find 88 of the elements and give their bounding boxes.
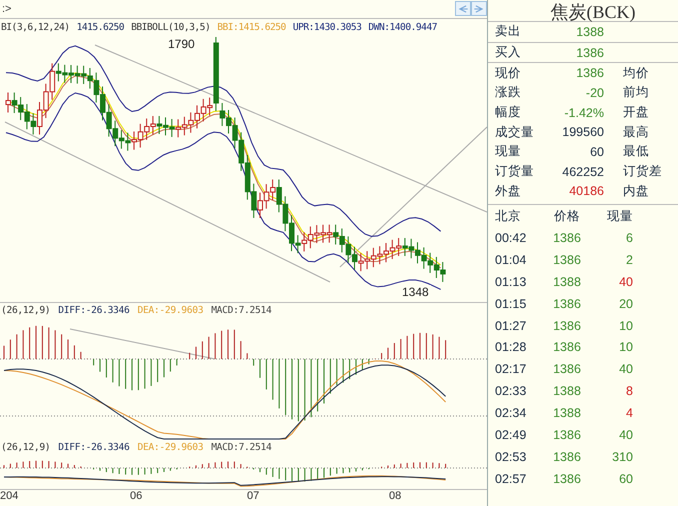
quote-value: -20 — [584, 86, 604, 100]
table-cell-text: 02:17 — [495, 362, 528, 376]
axis-label: 06 — [130, 490, 144, 504]
legend-text: DEA:-29.9603 — [137, 305, 204, 316]
low-price-label: 1348 — [400, 284, 431, 299]
quote-label: 最高 — [623, 124, 649, 141]
quote-label: 买入 — [495, 44, 522, 62]
quote-value: 40186 — [568, 184, 604, 198]
table-cell-text: 1386 — [552, 472, 582, 486]
table-cell-text: 40 — [618, 362, 633, 376]
legend-text: BBIBOLL(10,3,5) — [131, 22, 210, 34]
right-arrow-button[interactable] — [471, 1, 487, 16]
axis-label: 07 — [247, 490, 260, 504]
left-arrow-button[interactable] — [455, 1, 471, 16]
table-cell-text: 2 — [625, 252, 633, 267]
table-cell-text: 1386 — [552, 231, 582, 246]
quote-label: 涨跌 — [495, 84, 522, 102]
table-cell-text: 40 — [618, 428, 633, 442]
axis-label: 08 — [389, 490, 402, 504]
legend-text: DWN:1400.9447 — [368, 22, 437, 34]
table-cell-text: 01:15 — [495, 296, 528, 311]
quote-label: 成交量 — [495, 124, 535, 141]
quote-value: 199560 — [561, 125, 604, 140]
table-cell-text: 10 — [618, 340, 633, 354]
table-cell-text: 02:33 — [495, 384, 528, 398]
quote-label: 开盘 — [623, 104, 649, 122]
table-cell-text: 1386 — [552, 362, 582, 376]
legend-text: (26,12,9) — [1, 305, 50, 316]
quote-label: 现价 — [495, 64, 522, 82]
quote-title: 焦炭(BCK) — [488, 0, 678, 22]
legend-text: UPR:1430.3053 — [292, 22, 362, 34]
table-cell-text: 1388 — [552, 406, 582, 420]
table-cell-text: 4 — [625, 406, 633, 420]
quote-value: 1386 — [575, 46, 604, 60]
table-cell-text: 01:27 — [495, 318, 528, 333]
table-cell-text: 1388 — [552, 274, 582, 289]
quote-label: 幅度 — [495, 104, 522, 122]
table-cell-text: 1386 — [552, 428, 582, 442]
legend-text: DIFF:-26.3346 — [58, 305, 130, 316]
table-cell-text: 01:13 — [495, 274, 528, 289]
table-cell-text: 60 — [618, 472, 633, 486]
legend-text: 1415.6250 — [76, 22, 124, 34]
table-cell-text: 8 — [625, 384, 633, 398]
quote-label: 最低 — [623, 143, 649, 160]
table-cell-text: 1388 — [552, 384, 582, 398]
table-cell-text: 02:57 — [495, 472, 528, 486]
table-cell-text: 1386 — [552, 340, 582, 354]
table-cell-text: 20 — [618, 296, 633, 311]
quote-value: 60 — [589, 144, 604, 159]
legend-text: BBI:1415.6250 — [217, 22, 286, 34]
table-cell-text: 02:49 — [495, 428, 528, 442]
table-cell-text: 1386 — [552, 296, 582, 311]
prompt-text: :> — [1, 2, 12, 15]
table-cell-text: 1386 — [552, 450, 582, 464]
quote-value: -1.42% — [563, 106, 604, 120]
quote-label: 订货差 — [623, 163, 662, 180]
quote-label: 内盘 — [623, 182, 649, 200]
quote-value: 1386 — [575, 66, 604, 80]
legend-text: DIFF:-26.3346 — [58, 442, 130, 453]
legend-text: (26,12,9) — [1, 442, 50, 453]
column-header: 北京 — [495, 208, 522, 225]
column-header: 价格 — [553, 208, 581, 225]
legend-text: BI(3,6,12,24) — [1, 22, 70, 34]
table-cell-text: 02:53 — [495, 450, 528, 464]
table-cell-text: 1386 — [552, 318, 582, 333]
quote-value: 462252 — [561, 164, 604, 179]
quote-label: 前均 — [623, 84, 649, 102]
column-header: 现量 — [606, 208, 633, 225]
table-cell-text: 00:42 — [495, 231, 528, 246]
table-cell-text: 01:04 — [495, 252, 528, 267]
table-cell-text: 40 — [618, 274, 633, 289]
table-cell-text: 10 — [618, 318, 633, 333]
quote-label: 现量 — [495, 143, 522, 160]
table-cell-text: 02:34 — [495, 406, 528, 420]
legend-text: MACD:7.2514 — [211, 305, 272, 316]
quote-label: 均价 — [623, 64, 649, 82]
table-cell-text: 310 — [611, 450, 633, 464]
table-cell-text: 01:28 — [495, 340, 528, 354]
legend-text: MACD:7.2514 — [211, 442, 272, 453]
quote-value: 1388 — [575, 24, 604, 39]
table-cell-text: 1386 — [552, 252, 582, 267]
high-price-label: 1790 — [166, 36, 197, 51]
quote-label: 订货量 — [495, 163, 535, 180]
table-cell-text: 6 — [625, 231, 633, 246]
axis-label: 204 — [0, 490, 20, 504]
quote-label: 卖出 — [495, 23, 522, 40]
quote-label: 外盘 — [495, 182, 522, 200]
legend-text: DEA:-29.9603 — [137, 442, 204, 453]
